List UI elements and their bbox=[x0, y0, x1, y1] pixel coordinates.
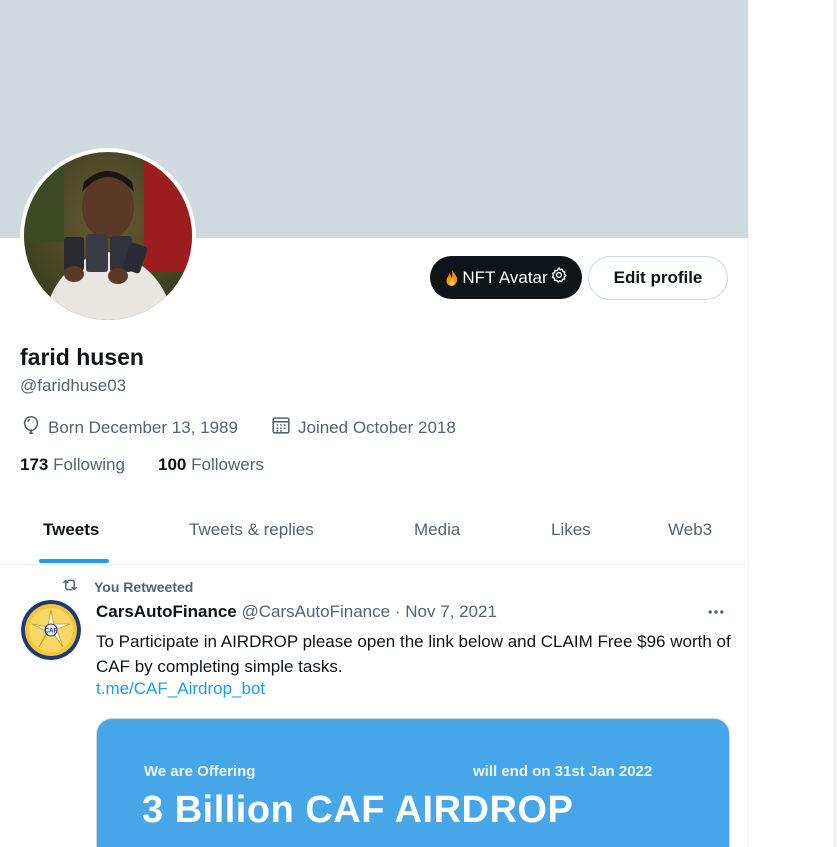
followers-label: Followers bbox=[191, 455, 264, 474]
profile-column: NFT Avatar Edit profile farid husen @far… bbox=[0, 0, 748, 847]
tweet-link[interactable]: t.me/CAF_Airdrop_bot bbox=[96, 679, 265, 699]
avatar-photo bbox=[24, 152, 192, 320]
birthday-text: Born December 13, 1989 bbox=[48, 417, 238, 437]
profile-tabs: Tweets Tweets & replies Media Likes Web3 bbox=[0, 498, 748, 565]
tab-likes[interactable]: Likes bbox=[551, 520, 591, 540]
column-divider bbox=[748, 0, 749, 847]
birthday-item: Born December 13, 1989 bbox=[20, 414, 238, 441]
tab-tweets-replies[interactable]: Tweets & replies bbox=[189, 520, 314, 540]
retweet-context: You Retweeted bbox=[60, 575, 193, 598]
following-label: Following bbox=[53, 455, 125, 474]
profile-avatar[interactable] bbox=[20, 148, 196, 324]
tweet-author-name[interactable]: CarsAutoFinance bbox=[96, 602, 237, 621]
nft-avatar-label: NFT Avatar bbox=[462, 267, 548, 287]
tab-web3[interactable]: Web3 bbox=[668, 520, 712, 540]
gear-icon bbox=[550, 266, 568, 289]
followers-link[interactable]: 100 Followers bbox=[158, 455, 264, 475]
retweet-icon bbox=[60, 575, 80, 598]
retweet-label: You Retweeted bbox=[94, 578, 194, 595]
media-offer-text: We are Offering bbox=[144, 763, 256, 780]
tab-media[interactable]: Media bbox=[414, 520, 460, 540]
calendar-icon bbox=[270, 414, 292, 441]
scrollbar[interactable] bbox=[833, 0, 837, 847]
edit-profile-button[interactable]: Edit profile bbox=[588, 256, 728, 300]
joined-text: Joined October 2018 bbox=[298, 417, 456, 437]
following-link[interactable]: 173 Following bbox=[20, 455, 125, 475]
tweet-author-handle[interactable]: @CarsAutoFinance bbox=[241, 602, 390, 621]
joined-item: Joined October 2018 bbox=[270, 414, 456, 441]
user-handle: @faridhuse03 bbox=[20, 376, 127, 395]
tweet-date[interactable]: Nov 7, 2021 bbox=[405, 602, 497, 621]
tweet-header: CarsAutoFinance @CarsAutoFinance · Nov 7… bbox=[96, 602, 497, 622]
fire-icon bbox=[444, 269, 460, 287]
tweet-media-card[interactable]: We are Offering will end on 31st Jan 202… bbox=[96, 718, 730, 847]
avatar-caf-text: CAF bbox=[45, 629, 58, 635]
balloon-icon bbox=[20, 414, 42, 441]
following-count: 173 bbox=[20, 455, 49, 474]
display-name: farid husen bbox=[20, 344, 144, 370]
media-end-text: will end on 31st Jan 2022 bbox=[473, 763, 653, 780]
tab-tweets[interactable]: Tweets bbox=[43, 520, 99, 540]
tweet-text: To Participate in AIRDROP please open th… bbox=[96, 632, 731, 676]
tweet-separator: · bbox=[394, 602, 401, 621]
tweet-author-avatar[interactable]: CAF bbox=[21, 600, 81, 660]
media-headline: 3 Billion CAF AIRDROP bbox=[142, 789, 574, 831]
nft-avatar-button[interactable]: NFT Avatar bbox=[430, 256, 582, 299]
active-tab-indicator bbox=[39, 559, 109, 563]
followers-count: 100 bbox=[158, 455, 187, 474]
more-icon[interactable] bbox=[704, 600, 728, 624]
